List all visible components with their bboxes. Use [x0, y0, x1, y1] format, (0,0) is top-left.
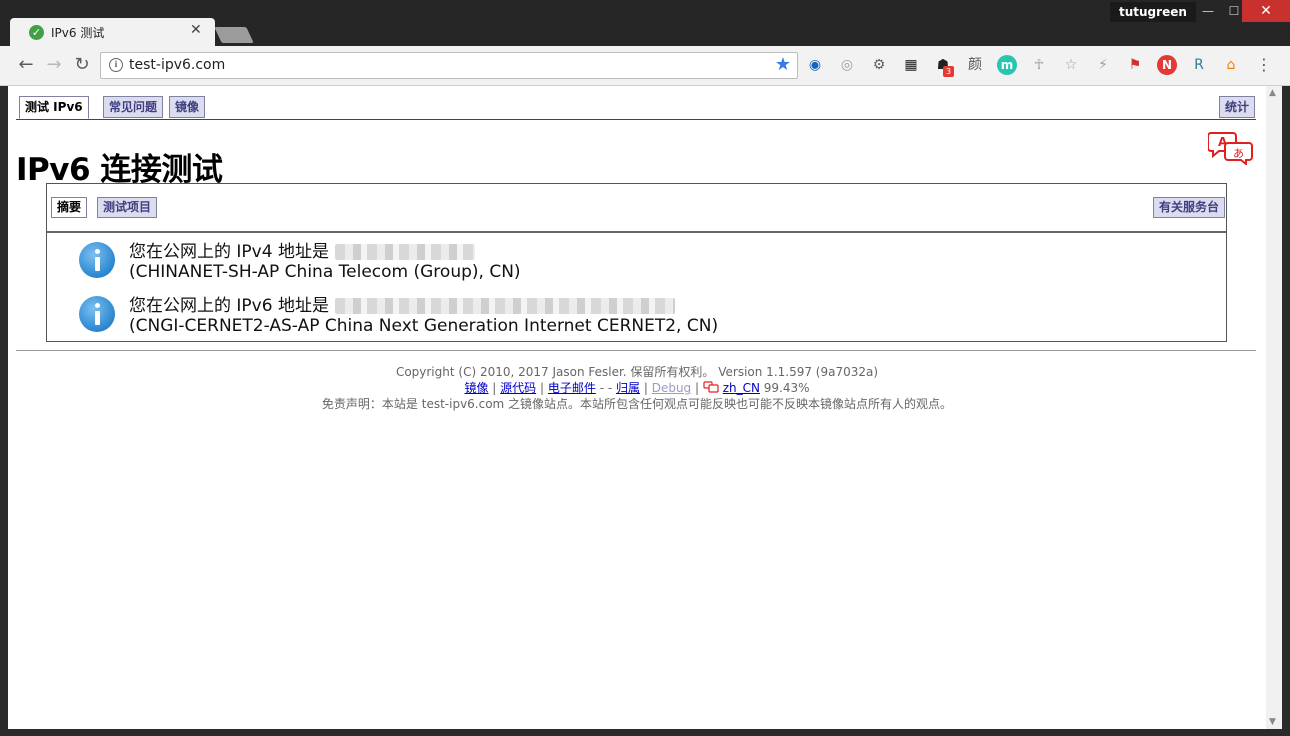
results-panel: 摘要 测试项目 有关服务台 您在公网上的 IPv4 地址是 (CHINANET-… [46, 183, 1227, 342]
ring-icon[interactable]: ◎ [837, 55, 857, 75]
ipv4-label-line: 您在公网上的 IPv4 地址是 [129, 237, 475, 262]
ipv4-isp: (CHINANET-SH-AP China Telecom (Group), C… [129, 262, 521, 282]
close-window-button[interactable]: ✕ [1242, 0, 1290, 22]
outline-star-icon[interactable]: ☆ [1061, 55, 1081, 75]
home-chart-icon[interactable]: ⌂ [1221, 55, 1241, 75]
browser-tab-active[interactable]: ✓ IPv6 测试 ✕ [10, 18, 215, 46]
footer-link-debug[interactable]: Debug [652, 381, 691, 395]
translate-icon[interactable]: A あ [1208, 131, 1254, 165]
footer-link-email[interactable]: 电子邮件 [548, 381, 596, 395]
forward-icon[interactable]: → [43, 54, 65, 76]
address-bar[interactable]: i test-ipv6.com ★ [100, 52, 798, 79]
top-nav: 测试 IPv6 常见问题 镜像 统计 [8, 86, 1266, 126]
footer-dash: - [599, 381, 608, 395]
window-bottom-border [0, 729, 1290, 736]
extension-badge: 3 [943, 66, 954, 77]
result-ipv6: 您在公网上的 IPv6 地址是 (CNGI-CERNET2-AS-AP Chin… [79, 291, 1179, 343]
check-favicon-icon: ✓ [29, 25, 44, 40]
browser-window: ✓ IPv6 测试 ✕ tutugreen — ☐ ✕ ← → ↻ i test… [0, 0, 1290, 736]
url-text[interactable]: test-ipv6.com [129, 57, 225, 73]
ipv6-label-line: 您在公网上的 IPv6 地址是 [129, 291, 675, 316]
reload-icon[interactable]: ↻ [71, 54, 93, 76]
footer: Copyright (C) 2010, 2017 Jason Fesler. 保… [8, 364, 1266, 412]
locale-translate-icon [703, 381, 719, 393]
footer-divider [16, 350, 1256, 351]
m-circle-icon[interactable]: m [997, 55, 1017, 75]
ipv6-isp: (CNGI-CERNET2-AS-AP China Next Generatio… [129, 316, 719, 336]
footer-link-mirror[interactable]: 镜像 [464, 381, 488, 395]
redacted-ipv6-address [334, 298, 675, 314]
info-icon [79, 242, 115, 278]
result-ipv4: 您在公网上的 IPv4 地址是 (CHINANET-SH-AP China Te… [79, 237, 1179, 289]
r-icon[interactable]: R [1189, 55, 1209, 75]
qr-code-icon[interactable]: ▦ [901, 55, 921, 75]
nav-divider [16, 119, 1256, 120]
shield-n-icon[interactable]: N [1157, 55, 1177, 75]
profile-name[interactable]: tutugreen [1110, 2, 1196, 22]
browser-menu-icon[interactable]: ⋮ [1256, 55, 1272, 74]
ankh-icon[interactable]: ☥ [1029, 55, 1049, 75]
disclaimer: 免责声明：本站是 test-ipv6.com 之镜像站点。本站所包含任何观点可能… [321, 397, 953, 411]
nav-tab-mirror[interactable]: 镜像 [169, 96, 206, 118]
nav-tab-test-ipv6[interactable]: 测试 IPv6 [19, 96, 89, 119]
gear-icon[interactable]: ⚙ [869, 55, 889, 75]
bookmark-star-icon[interactable]: ★ [775, 54, 791, 75]
svg-text:あ: あ [1233, 147, 1244, 160]
page-content: 测试 IPv6 常见问题 镜像 统计 A あ IPv6 连接测试 摘要 测试项目… [8, 86, 1266, 729]
footer-link-source[interactable]: 源代码 [500, 381, 536, 395]
tab-summary[interactable]: 摘要 [51, 197, 88, 218]
tab-tests[interactable]: 测试项目 [97, 197, 158, 218]
footer-link-locale[interactable]: zh_CN [723, 381, 760, 395]
nav-tab-stats[interactable]: 统计 [1219, 96, 1256, 118]
footer-links: 镜像 | 源代码 | 电子邮件 - - 归属 | Debug | zh_CN 9… [464, 381, 810, 395]
back-icon[interactable]: ← [15, 54, 37, 76]
title-bar: ✓ IPv6 测试 ✕ tutugreen — ☐ ✕ [0, 0, 1290, 46]
info-icon [79, 296, 115, 332]
extension-toolbar: ◉ ◎ ⚙ ▦ ☗ 3 颜 m ☥ ☆ ⚡ ⚑ N R ⌂ [805, 55, 1245, 77]
nav-tab-faq[interactable]: 常见问题 [103, 96, 164, 118]
color-wheel-icon[interactable]: ◉ [805, 55, 825, 75]
color-text-icon[interactable]: 颜 [965, 55, 985, 75]
ipv6-label: 您在公网上的 IPv6 地址是 [129, 296, 329, 316]
vertical-scrollbar[interactable]: ▲ ▼ [1266, 86, 1282, 729]
tab-helpdesk[interactable]: 有关服务台 [1153, 197, 1226, 218]
new-tab-button[interactable] [214, 27, 254, 43]
copyright: Copyright (C) 2010, 2017 Jason Fesler. 保… [395, 365, 879, 379]
site-info-icon[interactable]: i [109, 58, 123, 72]
results-tabs: 摘要 测试项目 有关服务台 [47, 184, 1226, 224]
locale-percentage: 99.43% [763, 381, 810, 395]
browser-toolbar: ← → ↻ i test-ipv6.com ★ ◉ ◎ ⚙ ▦ ☗ 3 颜 m ☥ ☆ ⚡ ⚑ N R ⌂ … [0, 46, 1290, 86]
redacted-ipv4-address [334, 244, 475, 260]
results-divider [47, 231, 1226, 233]
flag-icon[interactable]: ⚑ [1125, 55, 1145, 75]
scroll-up-icon[interactable]: ▲ [1269, 88, 1276, 98]
footer-link-attribution[interactable]: 归属 [616, 381, 640, 395]
ipv4-label: 您在公网上的 IPv4 地址是 [129, 242, 329, 262]
ghost-icon[interactable]: ☗ 3 [933, 55, 954, 77]
bolt-icon[interactable]: ⚡ [1093, 55, 1113, 75]
scroll-down-icon[interactable]: ▼ [1269, 717, 1276, 727]
tab-close-icon[interactable]: ✕ [190, 22, 202, 38]
tab-title: IPv6 测试 [51, 26, 105, 40]
